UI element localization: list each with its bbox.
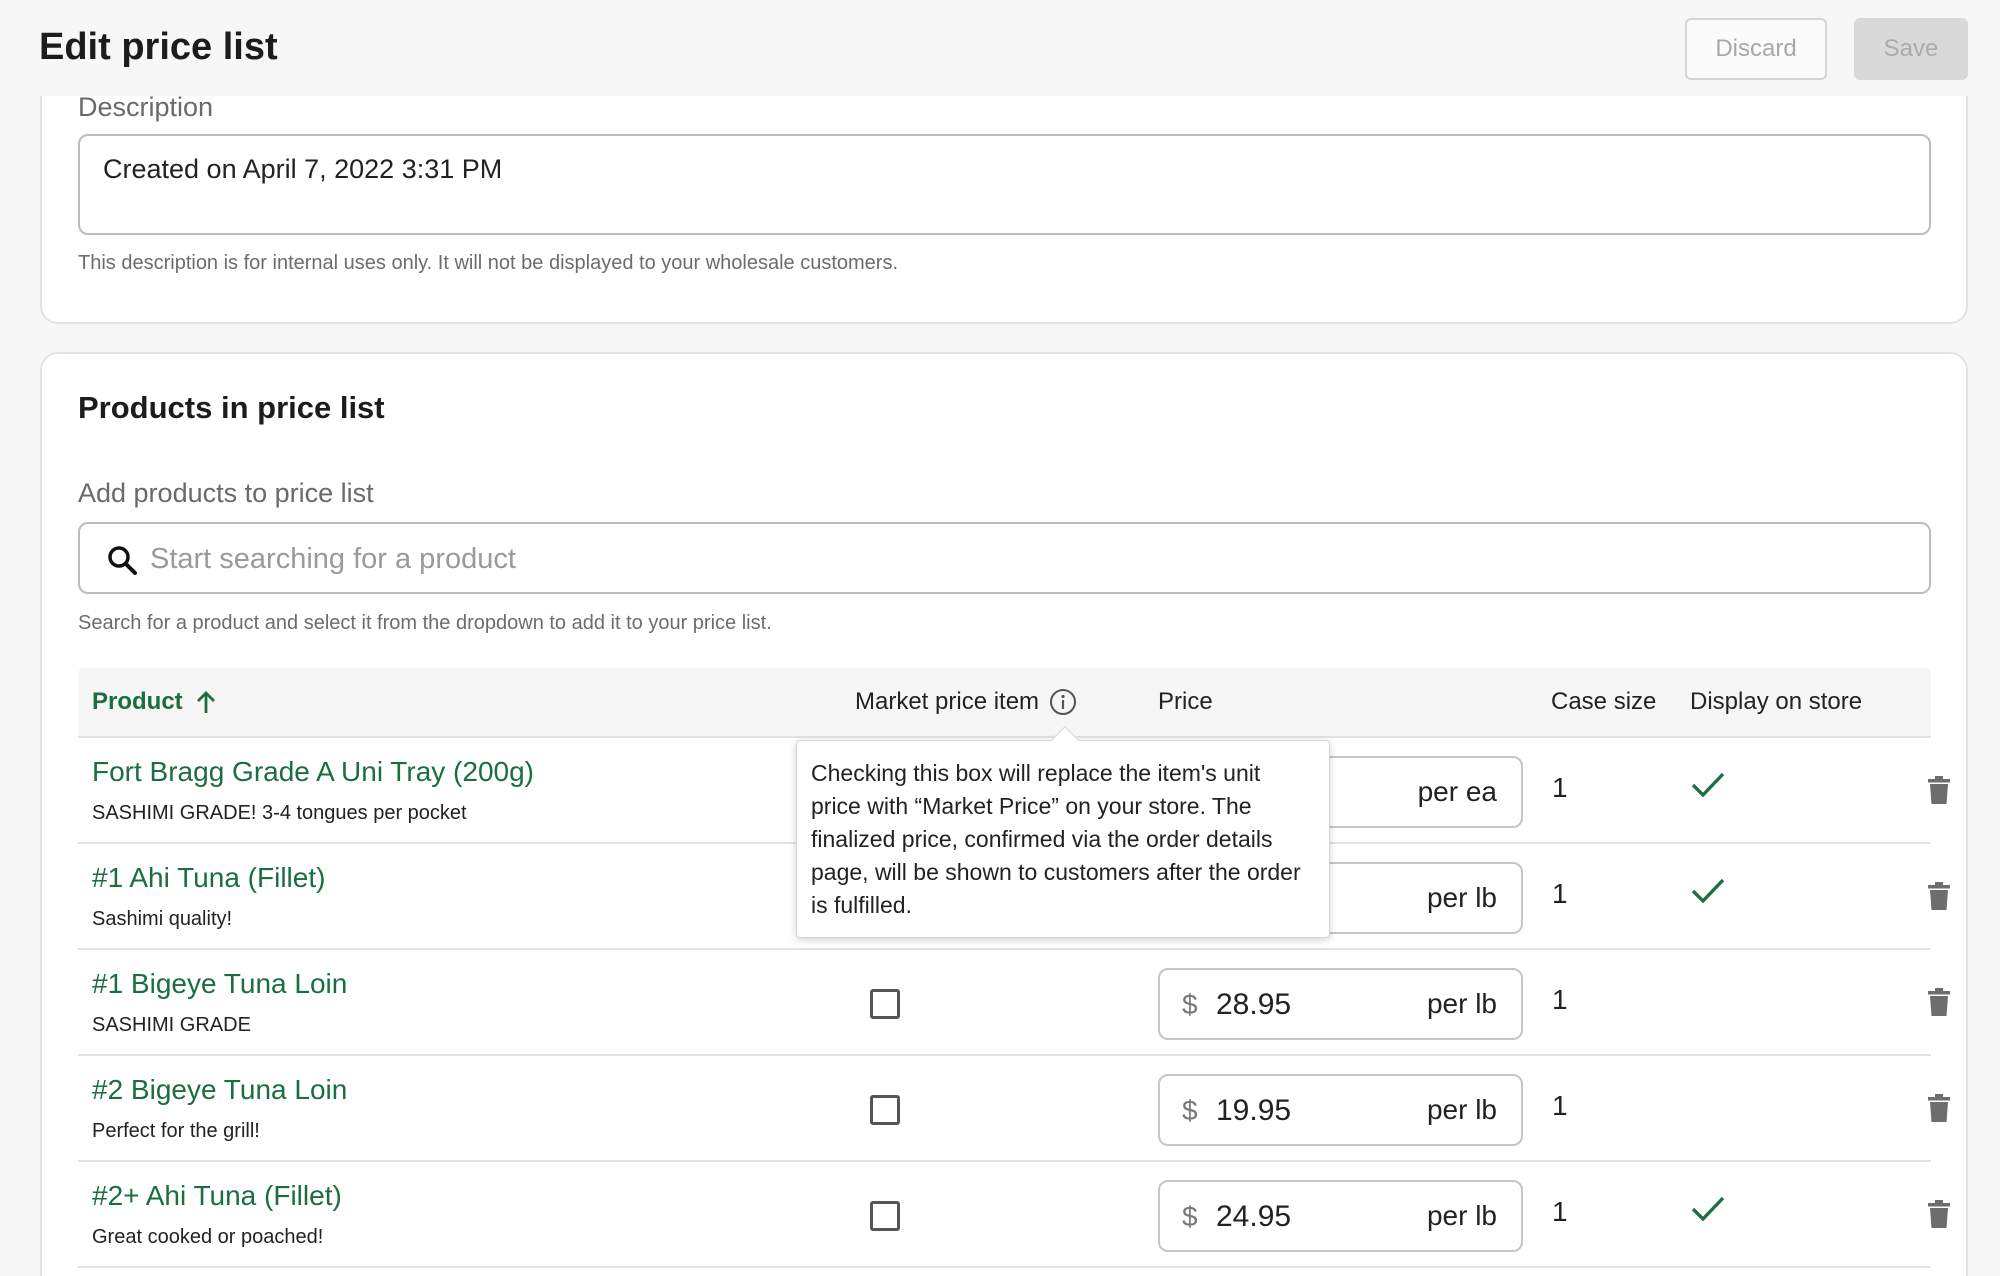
table-row: #2+ Ahi Tuna (Fillet) Great cooked or po… (78, 1162, 1950, 1268)
price-unit: per lb (1426, 1200, 1497, 1231)
price-input[interactable]: $ 24.95 per lb (1158, 1180, 1523, 1252)
price-column-header: Price (1158, 688, 1213, 715)
product-subtitle: Great cooked or poached! (92, 1226, 324, 1248)
product-header-label: Product (92, 688, 183, 715)
price-value: 19.95 (1216, 1094, 1292, 1127)
case-size-value: 1 (1552, 1196, 1568, 1227)
table-row: #2 Bigeye Tuna Loin Perfect for the gril… (78, 1056, 1950, 1162)
price-unit: per lb (1426, 882, 1497, 913)
market-price-tooltip: Checking this box will replace the item'… (796, 740, 1330, 938)
case-size-value: 1 (1552, 772, 1568, 803)
product-column-header[interactable]: Product (92, 688, 217, 716)
description-label: Description (78, 92, 214, 122)
checkmark-icon (1691, 772, 1725, 798)
price-unit: per lb (1426, 988, 1497, 1019)
price-value: 24.95 (1216, 1200, 1292, 1233)
add-products-label: Add products to price list (78, 478, 374, 508)
price-input[interactable]: $ 28.95 per lb (1158, 968, 1523, 1040)
price-input[interactable]: $ 19.95 per lb (1158, 1074, 1523, 1146)
currency-symbol: $ (1182, 1095, 1198, 1126)
product-subtitle: Sashimi quality! (92, 908, 233, 930)
price-unit: per lb (1426, 1094, 1497, 1125)
product-name-link[interactable]: #1 Ahi Tuna (Fillet) (92, 862, 325, 894)
case-size-column-header: Case size (1551, 688, 1657, 715)
table-header: Product Market price item Price Case siz… (78, 668, 1931, 738)
checkmark-icon (1691, 1196, 1725, 1222)
product-subtitle: SASHIMI GRADE! 3-4 tongues per pocket (92, 802, 467, 824)
display-on-store-column-header: Display on store (1690, 688, 1863, 715)
product-subtitle: SASHIMI GRADE (92, 1014, 251, 1036)
case-size-value: 1 (1552, 878, 1568, 909)
search-placeholder: Start searching for a product (150, 543, 516, 575)
trash-icon[interactable] (1928, 1094, 1950, 1122)
discard-button[interactable]: Discard (1685, 18, 1827, 80)
sort-up-arrow-icon (196, 691, 215, 713)
trash-icon[interactable] (1928, 882, 1950, 910)
save-button[interactable]: Save (1854, 18, 1968, 80)
currency-symbol: $ (1182, 1201, 1198, 1232)
trash-icon[interactable] (1928, 1200, 1950, 1228)
market-price-column-header: Market price item (855, 688, 1077, 716)
market-price-header-label: Market price item (855, 688, 1040, 715)
product-subtitle: Perfect for the grill! (92, 1120, 260, 1142)
product-search-input[interactable]: Start searching for a product (78, 522, 1931, 594)
description-helper: This description is for internal uses on… (78, 252, 899, 274)
product-name-link[interactable]: Fort Bragg Grade A Uni Tray (200g) (92, 756, 534, 788)
search-helper: Search for a product and select it from … (78, 612, 772, 634)
currency-symbol: $ (1182, 989, 1198, 1020)
table-row: #1 Bigeye Tuna Loin SASHIMI GRADE $ 28.9… (78, 950, 1950, 1056)
market-price-checkbox[interactable] (870, 1201, 900, 1231)
trash-icon[interactable] (1928, 988, 1950, 1016)
trash-icon[interactable] (1928, 776, 1950, 804)
search-icon (108, 546, 137, 575)
page-title: Edit price list (39, 26, 278, 68)
page-header: Edit price list Discard Save (0, 0, 2000, 96)
product-name-link[interactable]: #1 Bigeye Tuna Loin (92, 968, 347, 1000)
product-name-link[interactable]: #2 Bigeye Tuna Loin (92, 1074, 347, 1106)
product-name-link[interactable]: #2+ Ahi Tuna (Fillet) (92, 1180, 342, 1212)
products-section-title: Products in price list (78, 390, 385, 425)
market-price-checkbox[interactable] (870, 1095, 900, 1125)
case-size-value: 1 (1552, 1090, 1568, 1121)
market-price-checkbox[interactable] (870, 989, 900, 1019)
price-unit: per ea (1417, 776, 1497, 807)
price-value: 28.95 (1216, 988, 1292, 1021)
case-size-value: 1 (1552, 984, 1568, 1015)
checkmark-icon (1691, 878, 1725, 904)
description-field[interactable]: Created on April 7, 2022 3:31 PM (78, 134, 1931, 235)
info-icon[interactable] (1049, 688, 1077, 716)
